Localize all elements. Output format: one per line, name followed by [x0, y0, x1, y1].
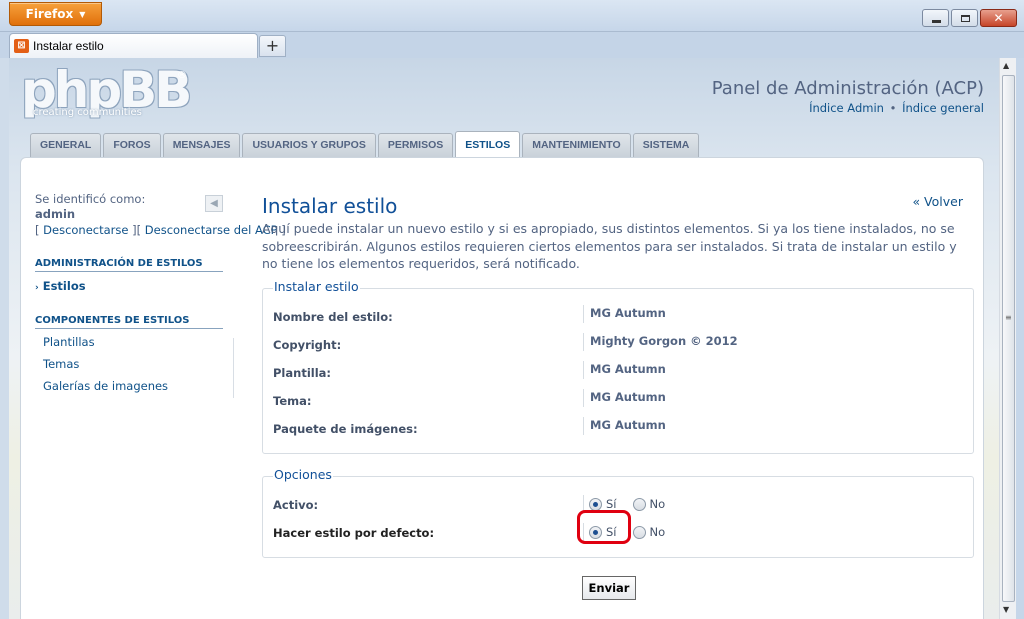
scroll-down-icon[interactable]: ▼ [1003, 605, 1009, 614]
default-no-label[interactable]: No [650, 524, 666, 540]
row-copyright: Copyright: Mighty Gorgon © 2012 [263, 331, 973, 359]
dropdown-arrow-icon: ▼ [79, 10, 86, 19]
general-index-link[interactable]: Índice general [902, 101, 984, 115]
scroll-up-icon[interactable]: ▲ [1003, 61, 1009, 70]
default-no-radio[interactable] [632, 525, 646, 539]
minimize-button[interactable] [922, 9, 949, 27]
tab-system[interactable]: SISTEMA [632, 133, 700, 157]
default-style-label: Hacer estilo por defecto: [273, 526, 435, 540]
active-no-label[interactable]: No [650, 496, 666, 512]
window-controls: ✕ [922, 9, 1017, 27]
style-name-value: MG Autumn [583, 305, 666, 323]
identified-as-label: Se identificó como: [35, 192, 146, 206]
acp-nav-tabs: GENERAL FOROS MENSAJES USUARIOS Y GRUPOS… [30, 131, 700, 157]
maximize-button[interactable] [951, 9, 978, 27]
copyright-value: Mighty Gorgon © 2012 [583, 333, 738, 351]
logo-tagline: creating communities [33, 107, 142, 118]
page-viewport: phpBB ® creating communities Panel de Ad… [9, 58, 999, 619]
row-style-name: Nombre del estilo: MG Autumn [263, 303, 973, 331]
imageset-value: MG Autumn [583, 417, 666, 435]
new-tab-button[interactable]: + [259, 35, 286, 57]
intro-text: Aquí puede instalar un nuevo estilo y si… [262, 221, 957, 271]
submit-button[interactable]: Enviar [582, 576, 636, 600]
maximize-icon [961, 15, 970, 22]
sidebar-item-themes[interactable]: Temas [43, 357, 79, 371]
page-title: Instalar estilo [262, 194, 398, 218]
bullet-arrow-icon: › [35, 283, 39, 293]
main-panel: Se identificó como: admin [ Desconectars… [20, 157, 984, 619]
username: admin [35, 207, 76, 221]
browser-tabbar: ⊠ Instalar estilo + [0, 32, 1024, 58]
sidebar-section-style-admin: ADMINISTRACIÓN DE ESTILOS [35, 258, 223, 272]
active-label: Activo: [273, 498, 319, 512]
imageset-label: Paquete de imágenes: [273, 422, 418, 436]
active-yes-radio[interactable] [589, 497, 602, 511]
theme-label: Tema: [273, 394, 312, 408]
tab-general[interactable]: GENERAL [30, 133, 102, 157]
logout-links: [ Desconectarse ][ Desconectarse del ACP… [35, 223, 286, 237]
link-separator: • [889, 101, 897, 115]
browser-tab-active[interactable]: ⊠ Instalar estilo [9, 33, 258, 58]
logout-link[interactable]: Desconectarse [43, 223, 128, 237]
xampp-favicon-icon: ⊠ [14, 39, 29, 53]
close-window-button[interactable]: ✕ [980, 9, 1017, 27]
sidebar-item-imagesets[interactable]: Galerías de imagenes [43, 379, 168, 393]
acp-title: Panel de Administración (ACP) [711, 78, 984, 99]
firefox-menu-button[interactable]: Firefox ▼ [9, 2, 102, 26]
minimize-icon [932, 20, 941, 23]
admin-index-link[interactable]: Índice Admin [809, 101, 884, 115]
sidebar-item-templates[interactable]: Plantillas [43, 335, 95, 349]
highlight-annotation [577, 510, 631, 544]
arrow-left-icon: ◀ [210, 198, 218, 209]
tab-permissions[interactable]: PERMISOS [377, 133, 454, 157]
tab-users-groups[interactable]: USUARIOS Y GRUPOS [242, 133, 376, 157]
install-style-fieldset: Instalar estilo Nombre del estilo: MG Au… [262, 279, 974, 454]
sidebar-item-styles-label: Estilos [42, 279, 86, 293]
collapse-menu-button[interactable]: ◀ [205, 195, 223, 212]
firefox-menu-label: Firefox [25, 7, 74, 21]
close-icon: ✕ [993, 11, 1004, 25]
theme-value: MG Autumn [583, 389, 666, 407]
sidebar-section-style-components: COMPONENTES DE ESTILOS [35, 315, 223, 329]
row-imageset: Paquete de imágenes: MG Autumn [263, 415, 973, 443]
scrollbar-thumb[interactable]: ≡ [1002, 75, 1015, 602]
copyright-label: Copyright: [273, 338, 342, 352]
vertical-scrollbar[interactable]: ▲ ≡ ▼ [999, 58, 1016, 619]
template-label: Plantilla: [273, 366, 331, 380]
sidebar-menu: Se identificó como: admin [ Desconectars… [21, 158, 286, 398]
scrollbar-grip-icon: ≡ [1005, 313, 1012, 322]
header-links: Índice Admin • Índice general [809, 101, 984, 115]
window-titlebar: Firefox ▼ ✕ [0, 0, 1024, 32]
window-border [1016, 58, 1024, 619]
template-value: MG Autumn [583, 361, 666, 379]
browser-tab-title: Instalar estilo [33, 39, 104, 53]
options-legend: Opciones [273, 467, 333, 482]
back-link[interactable]: « Volver [912, 194, 963, 209]
install-style-legend: Instalar estilo [273, 279, 360, 294]
options-fieldset: Opciones Activo: Sí No Hacer estilo por … [262, 467, 974, 558]
row-template: Plantilla: MG Autumn [263, 359, 973, 387]
tab-maintenance[interactable]: MANTENIMIENTO [522, 133, 631, 157]
sidebar-item-styles[interactable]: › Estilos [35, 279, 86, 293]
registered-mark-icon: ® [177, 70, 187, 81]
logout-acp-link[interactable]: Desconectarse del ACP [145, 223, 278, 237]
active-no-radio[interactable] [632, 497, 646, 511]
sidebar-divider [233, 338, 234, 398]
tab-posting[interactable]: MENSAJES [162, 133, 241, 157]
style-name-label: Nombre del estilo: [273, 310, 393, 324]
phpbb-logo[interactable]: phpBB ® creating communities [21, 65, 192, 124]
tab-styles[interactable]: ESTILOS [455, 131, 521, 157]
row-theme: Tema: MG Autumn [263, 387, 973, 415]
tab-forums[interactable]: FOROS [103, 133, 161, 157]
